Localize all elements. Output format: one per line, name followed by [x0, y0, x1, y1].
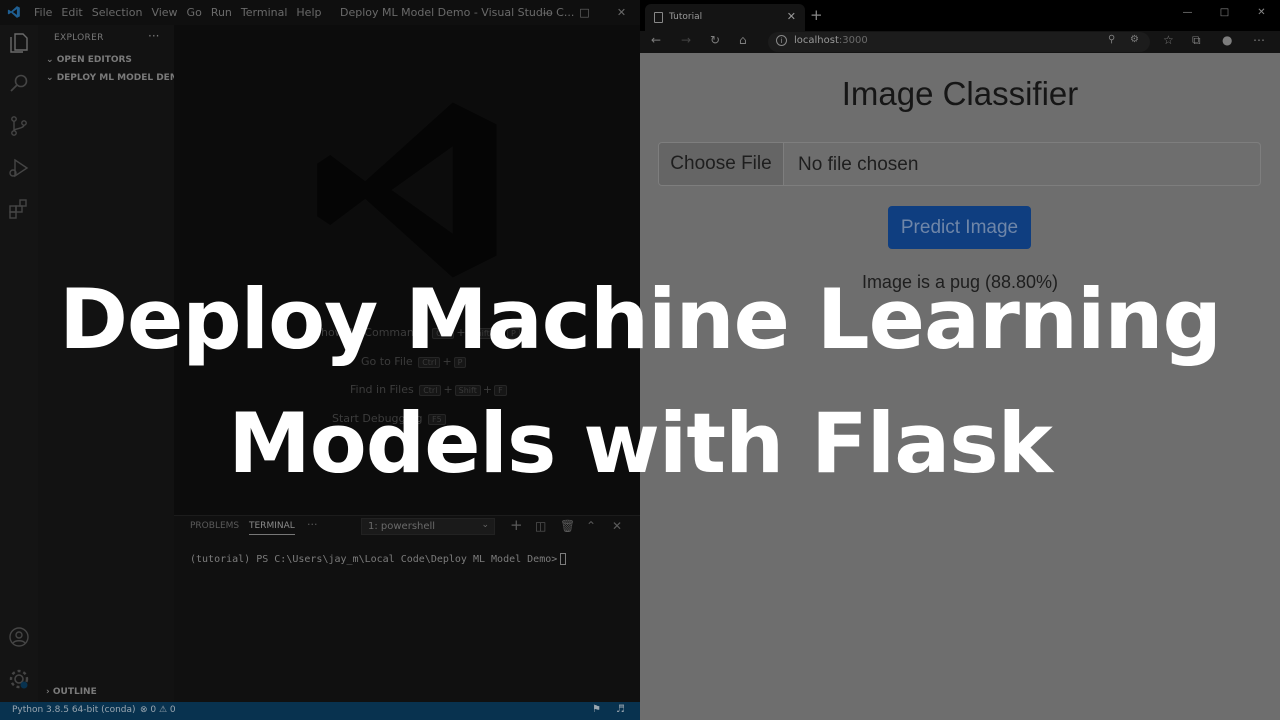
folder-section[interactable]: ⌄ DEPLOY ML MODEL DEMO	[46, 73, 186, 83]
menu-help[interactable]: Help	[296, 6, 321, 19]
search-icon[interactable]	[7, 72, 31, 96]
home-icon[interactable]: ⌂	[739, 33, 747, 47]
browser-tab[interactable]: Tutorial ✕	[645, 4, 805, 31]
chevron-right-icon: ›	[46, 687, 50, 697]
collections-icon[interactable]: ⧉	[1192, 33, 1201, 48]
close-icon[interactable]: ✕	[1243, 0, 1280, 24]
file-status: No file chosen	[798, 154, 919, 175]
video-title-overlay: Deploy Machine Learning Models with Flas…	[0, 258, 1280, 506]
files-icon[interactable]	[7, 31, 31, 55]
status-bar: Python 3.8.5 64-bit (conda) ⊗ 0 ⚠ 0 ⚑ ♬	[0, 702, 640, 720]
terminal-select-value: 1: powershell	[368, 521, 436, 532]
favorites-icon[interactable]: ☆	[1163, 33, 1174, 47]
terminal-output[interactable]: (tutorial) PS C:\Users\jay_m\Local Code\…	[190, 553, 567, 565]
menu-edit[interactable]: Edit	[61, 6, 82, 19]
chevron-down-icon: ⌄	[481, 520, 489, 530]
terminal-prompt: (tutorial) PS C:\Users\jay_m\Local Code\…	[190, 554, 558, 565]
menu-run[interactable]: Run	[211, 6, 232, 19]
chevron-down-icon: ⌄	[46, 73, 54, 83]
refresh-icon[interactable]: ↻	[710, 33, 720, 47]
vscode-titlebar: File Edit Selection View Go Run Terminal…	[0, 0, 640, 25]
minimize-icon[interactable]: —	[529, 0, 566, 25]
vscode-logo-icon	[7, 6, 20, 18]
source-control-icon[interactable]	[7, 114, 31, 138]
close-icon[interactable]: ✕	[603, 0, 640, 25]
terminal-cursor	[560, 553, 567, 565]
close-panel-icon[interactable]: ✕	[612, 519, 622, 533]
minimize-icon[interactable]: —	[1169, 0, 1206, 24]
file-input[interactable]: Choose File No file chosen	[658, 142, 1261, 186]
bell-icon[interactable]: ♬	[616, 704, 625, 715]
panel-more-icon[interactable]: ···	[307, 518, 318, 531]
chevron-up-icon[interactable]: ⌃	[586, 519, 596, 533]
predict-image-button[interactable]: Predict Image	[888, 206, 1031, 249]
open-editors-section[interactable]: ⌄ OPEN EDITORS	[46, 55, 132, 65]
menu-file[interactable]: File	[34, 6, 52, 19]
browser-window-controls: — □ ✕	[1169, 0, 1280, 24]
explorer-title: EXPLORER	[54, 33, 104, 43]
account-icon[interactable]	[7, 625, 31, 649]
menu-go[interactable]: Go	[187, 6, 202, 19]
maximize-icon[interactable]: □	[566, 0, 603, 25]
chevron-down-icon: ⌄	[46, 55, 54, 65]
tab-problems[interactable]: PROBLEMS	[190, 521, 239, 531]
new-tab-icon[interactable]: +	[810, 6, 823, 24]
gear-icon[interactable]	[7, 667, 31, 691]
vscode-menubar: File Edit Selection View Go Run Terminal…	[34, 6, 330, 19]
page-icon	[654, 12, 663, 23]
maximize-icon[interactable]: □	[1206, 0, 1243, 24]
run-debug-icon[interactable]	[7, 156, 31, 180]
new-terminal-icon[interactable]: +	[510, 516, 523, 534]
address-text: localhost:3000	[794, 35, 868, 46]
feedback-icon[interactable]: ⚑	[592, 704, 601, 715]
choose-file-button[interactable]: Choose File	[659, 143, 784, 185]
tab-title: Tutorial	[669, 12, 703, 22]
browser-toolbar: ← → ↻ ⌂ i localhost:3000 ⚲ ⚙ ☆ ⧉ ● ⋯	[640, 31, 1280, 53]
problems-count[interactable]: ⊗ 0 ⚠ 0	[140, 705, 176, 715]
forward-icon[interactable]: →	[681, 33, 691, 47]
site-info-icon[interactable]: i	[776, 35, 787, 46]
browser-tab-strip: Tutorial ✕ + — □ ✕	[640, 0, 1280, 31]
outline-label: OUTLINE	[52, 687, 97, 697]
tab-terminal[interactable]: TERMINAL	[249, 521, 295, 535]
python-interpreter[interactable]: Python 3.8.5 64-bit (conda)	[12, 705, 136, 715]
menu-terminal[interactable]: Terminal	[241, 6, 288, 19]
title-line-1: Deploy Machine Learning	[59, 271, 1222, 368]
more-actions-icon[interactable]: ···	[148, 29, 159, 43]
vscode-window-controls: — □ ✕	[529, 0, 640, 25]
terminal-panel: PROBLEMS TERMINAL ··· 1: powershell ⌄ + …	[174, 515, 640, 702]
menu-selection[interactable]: Selection	[92, 6, 143, 19]
extensions-icon[interactable]	[7, 197, 31, 221]
terminal-select[interactable]: 1: powershell ⌄	[361, 518, 495, 535]
menu-dots-icon[interactable]: ⋯	[1253, 33, 1265, 47]
folder-label: DEPLOY ML MODEL DEMO	[56, 73, 187, 83]
outline-section[interactable]: › OUTLINE	[46, 687, 97, 697]
address-bar[interactable]: i localhost:3000 ⚲ ⚙	[768, 32, 1150, 52]
title-line-2: Models with Flask	[228, 395, 1053, 492]
page-title: Image Classifier	[841, 75, 1079, 112]
tracking-icon[interactable]: ⚙	[1130, 34, 1139, 45]
trash-icon[interactable]: 🗑	[560, 519, 575, 533]
split-terminal-icon[interactable]: ◫	[535, 519, 546, 533]
back-icon[interactable]: ←	[651, 33, 661, 47]
profile-icon[interactable]: ●	[1222, 33, 1232, 47]
zoom-icon[interactable]: ⚲	[1108, 34, 1115, 45]
open-editors-label: OPEN EDITORS	[56, 55, 132, 65]
menu-view[interactable]: View	[151, 6, 177, 19]
close-tab-icon[interactable]: ✕	[787, 10, 796, 23]
